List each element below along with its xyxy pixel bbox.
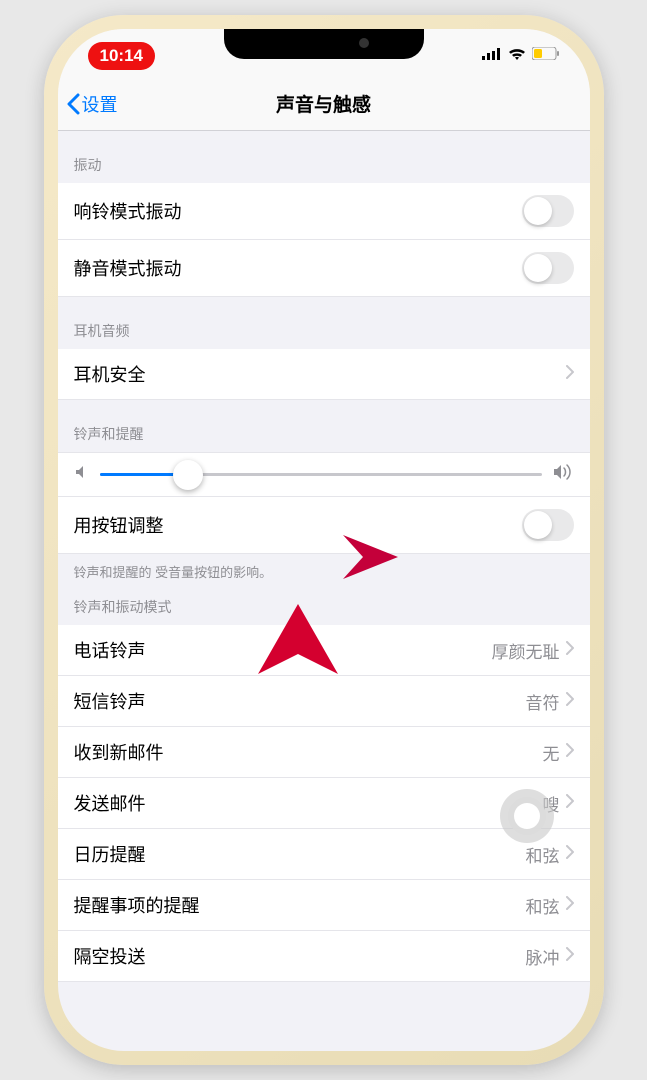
toggle-silent-vibrate[interactable]	[522, 252, 574, 284]
value-ringtone: 厚颜无耻	[492, 638, 560, 663]
row-new-mail[interactable]: 收到新邮件 无	[58, 727, 590, 778]
toggle-change-with-buttons[interactable]	[522, 509, 574, 541]
content-scroll[interactable]: 振动 响铃模式振动 静音模式振动 耳机音频 耳机安全 铃声和提醒	[58, 131, 590, 1051]
section-header-ringer: 铃声和提醒	[58, 400, 590, 452]
label-headphone-safety: 耳机安全	[74, 361, 146, 387]
row-change-with-buttons[interactable]: 用按钮调整	[58, 497, 590, 554]
volume-low-icon	[74, 464, 90, 485]
label-text-tone: 短信铃声	[74, 688, 146, 714]
slider-thumb[interactable]	[173, 460, 203, 490]
signal-icon	[482, 47, 502, 65]
wifi-icon	[508, 47, 526, 65]
assistive-touch-button[interactable]	[500, 789, 554, 843]
label-ring-vibrate: 响铃模式振动	[74, 198, 182, 224]
chevron-right-icon	[566, 365, 574, 384]
chevron-right-icon	[566, 845, 574, 864]
screen: 10:14 设置 声音与触感 振动	[58, 29, 590, 1051]
nav-bar: 设置 声音与触感	[58, 77, 590, 131]
label-reminder: 提醒事项的提醒	[74, 892, 200, 918]
chevron-right-icon	[566, 794, 574, 813]
label-new-mail: 收到新邮件	[74, 739, 164, 765]
page-title: 声音与触感	[276, 90, 371, 117]
toggle-ring-vibrate[interactable]	[522, 195, 574, 227]
label-silent-vibrate: 静音模式振动	[74, 255, 182, 281]
value-reminder: 和弦	[526, 893, 560, 918]
value-airdrop: 脉冲	[526, 944, 560, 969]
label-airdrop: 隔空投送	[74, 943, 146, 969]
chevron-right-icon	[566, 947, 574, 966]
chevron-left-icon	[66, 93, 80, 115]
time-pill: 10:14	[88, 42, 155, 70]
section-header-headphone: 耳机音频	[58, 297, 590, 349]
label-calendar: 日历提醒	[74, 841, 146, 867]
value-calendar: 和弦	[526, 842, 560, 867]
label-ringtone: 电话铃声	[74, 637, 146, 663]
chevron-right-icon	[566, 743, 574, 762]
back-button[interactable]: 设置	[66, 91, 118, 117]
row-airdrop[interactable]: 隔空投送 脉冲	[58, 931, 590, 982]
section-header-sounds: 铃声和振动模式	[58, 585, 590, 625]
chevron-right-icon	[566, 896, 574, 915]
notch	[224, 29, 424, 59]
chevron-right-icon	[566, 692, 574, 711]
row-headphone-safety[interactable]: 耳机安全	[58, 349, 590, 400]
label-sent-mail: 发送邮件	[74, 790, 146, 816]
label-change-with-buttons: 用按钮调整	[74, 512, 164, 538]
phone-frame: 10:14 设置 声音与触感 振动	[44, 15, 604, 1065]
row-ringtone[interactable]: 电话铃声 厚颜无耻	[58, 625, 590, 676]
row-reminder[interactable]: 提醒事项的提醒 和弦	[58, 880, 590, 931]
chevron-right-icon	[566, 641, 574, 660]
back-label: 设置	[82, 91, 118, 117]
row-text-tone[interactable]: 短信铃声 音符	[58, 676, 590, 727]
volume-high-icon	[552, 463, 574, 486]
battery-icon	[532, 47, 560, 65]
row-silent-vibrate[interactable]: 静音模式振动	[58, 240, 590, 297]
value-new-mail: 无	[543, 740, 560, 765]
footer-ringer: 铃声和提醒的 受音量按钮的影响。	[58, 554, 590, 585]
value-text-tone: 音符	[526, 689, 560, 714]
row-ring-vibrate[interactable]: 响铃模式振动	[58, 183, 590, 240]
section-header-vibration: 振动	[58, 131, 590, 183]
row-volume-slider	[58, 452, 590, 497]
status-icons	[482, 47, 560, 65]
volume-slider[interactable]	[100, 473, 542, 476]
